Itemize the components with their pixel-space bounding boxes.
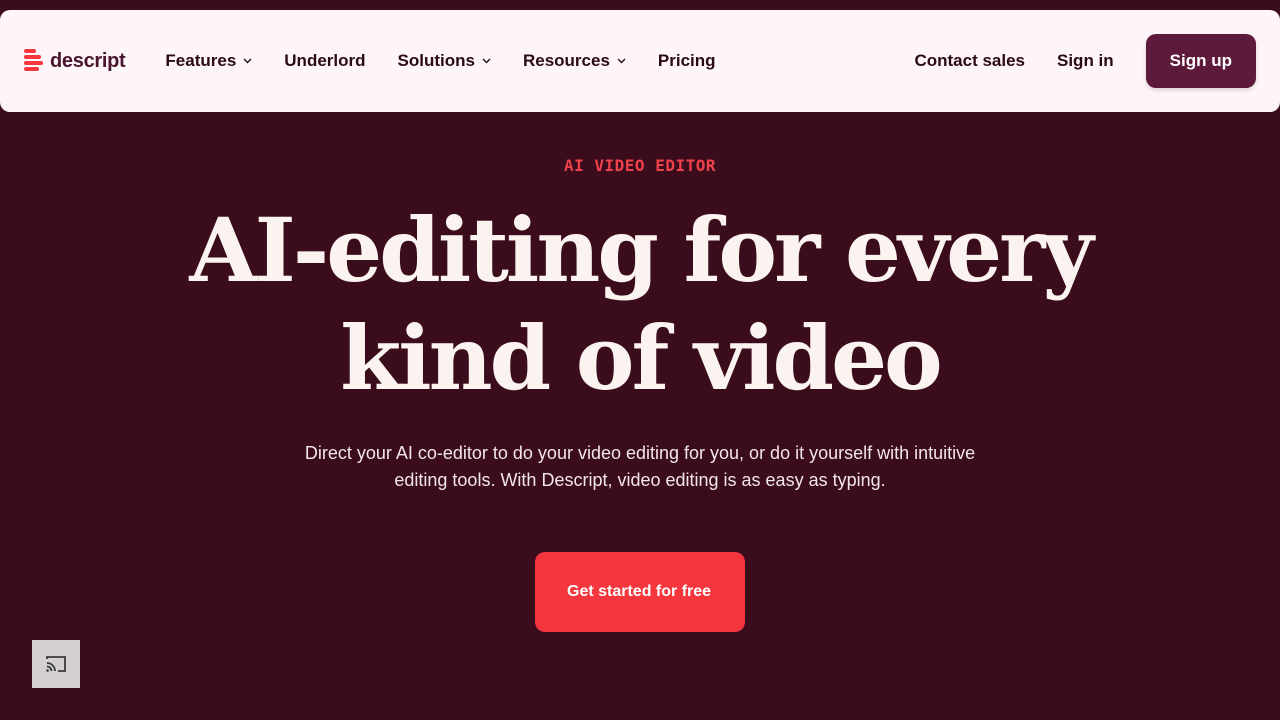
nav-item-features[interactable]: Features	[165, 51, 252, 71]
chevron-down-icon	[617, 58, 626, 64]
hero-subtext: Direct your AI co-editor to do your vide…	[304, 443, 976, 490]
hero-headline-line-2: kind of video	[340, 306, 943, 410]
nav-item-underlord[interactable]: Underlord	[284, 51, 365, 71]
sign-in-link[interactable]: Sign in	[1057, 51, 1114, 71]
nav-actions: Contact sales Sign in Sign up	[914, 34, 1256, 88]
chevron-down-icon	[243, 58, 252, 64]
hero-headline: AI-editing for every kind of video	[0, 196, 1280, 412]
page: descript Features Underlord Solutions Re…	[0, 0, 1280, 720]
logo[interactable]: descript	[24, 48, 126, 74]
chevron-down-icon	[482, 58, 491, 64]
logo-text: descript	[50, 49, 126, 72]
get-started-button[interactable]: Get started for free	[535, 552, 745, 632]
nav-item-resources[interactable]: Resources	[523, 51, 626, 71]
nav-item-solutions[interactable]: Solutions	[398, 51, 491, 71]
hero-eyebrow: AI VIDEO EDITOR	[564, 156, 716, 175]
hero-headline-line-1: AI-editing for every	[189, 198, 1093, 302]
nav-item-label: Solutions	[397, 51, 475, 70]
cast-icon	[46, 656, 66, 672]
nav-item-label: Features	[165, 51, 237, 70]
nav-item-label: Resources	[522, 51, 610, 70]
contact-sales-link[interactable]: Contact sales	[914, 51, 1025, 71]
nav-bar: descript Features Underlord Solutions Re…	[0, 10, 1280, 112]
nav-item-label: Underlord	[284, 51, 366, 70]
nav-item-label: Pricing	[657, 51, 716, 70]
sign-up-button[interactable]: Sign up	[1145, 34, 1256, 88]
descript-logo-icon	[24, 49, 43, 71]
cast-button[interactable]	[32, 640, 80, 688]
main-nav: Features Underlord Solutions Resources P…	[165, 51, 715, 71]
nav-item-pricing[interactable]: Pricing	[658, 51, 716, 71]
